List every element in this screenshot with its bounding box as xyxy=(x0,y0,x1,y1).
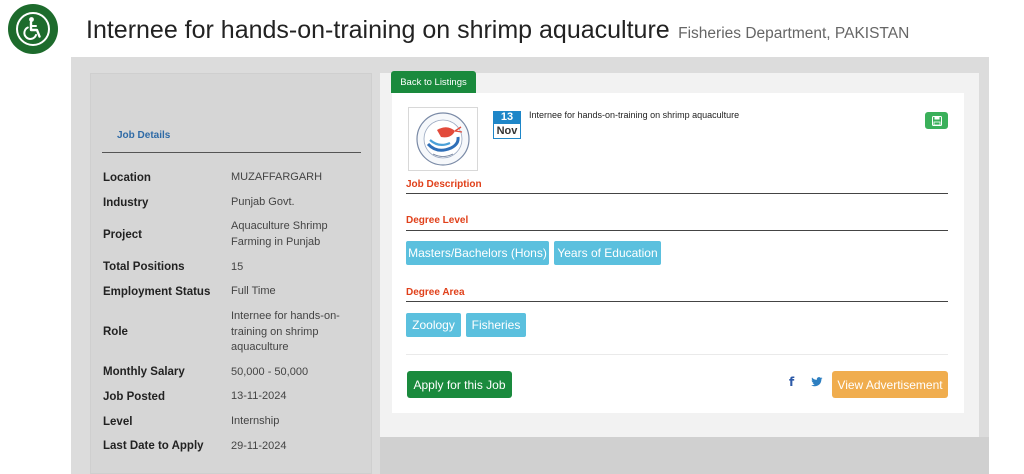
organization-logo xyxy=(408,107,478,171)
back-to-listings-button[interactable]: Back to Listings xyxy=(391,71,476,93)
accessibility-button[interactable] xyxy=(8,4,58,54)
detail-row: Location MUZAFFARGARH xyxy=(103,166,361,191)
detail-row: Industry Punjab Govt. xyxy=(103,191,361,216)
detail-label: Project xyxy=(103,228,142,241)
detail-value: 13-11-2024 xyxy=(231,390,287,403)
degree-level-chip[interactable]: Years of Education xyxy=(554,241,661,265)
detail-label: Employment Status xyxy=(103,285,211,298)
detail-value: Aquaculture Shrimp Farming in Punjab xyxy=(231,220,328,249)
detail-value: Internship xyxy=(231,415,280,428)
wheelchair-icon xyxy=(16,12,50,46)
detail-label: Job Posted xyxy=(103,391,165,404)
page: Internee for hands-on-training on shrimp… xyxy=(0,0,1024,474)
detail-row: Level Internship xyxy=(103,410,361,435)
job-details-divider xyxy=(102,152,361,153)
detail-label: Last Date to Apply xyxy=(103,440,204,453)
save-job-button[interactable] xyxy=(925,112,948,129)
apply-button[interactable]: Apply for this Job xyxy=(407,371,512,398)
job-details-title: Job Details xyxy=(117,130,171,141)
detail-label: Industry xyxy=(103,196,149,209)
department-name: Fisheries Department, PAKISTAN xyxy=(678,25,910,42)
detail-value: Internee for hands-on-training on shrimp… xyxy=(231,309,340,354)
floppy-disk-icon xyxy=(931,115,942,126)
detail-row: Role Internee for hands-on-training on sh… xyxy=(103,305,361,361)
degree-area-chip[interactable]: Fisheries xyxy=(466,313,526,337)
detail-label: Location xyxy=(103,172,151,184)
job-title-heading: Internee for hands-on-training on shrimp… xyxy=(86,16,670,44)
job-details-table: Location MUZAFFARGARH Industry Punjab Govt.… xyxy=(103,166,361,459)
detail-row: Monthly Salary 50,000 - 50,000 xyxy=(103,360,361,385)
job-card: 13 Nov Internee for hands-on-training on… xyxy=(392,93,964,413)
detail-row: Last Date to Apply 29-11-2024 xyxy=(103,434,361,459)
page-title: Internee for hands-on-training on shrimp… xyxy=(86,16,909,45)
posted-month: Nov xyxy=(493,124,521,139)
degree-area-chip[interactable]: Zoology xyxy=(406,313,461,337)
detail-row: Project Aquaculture Shrimp Farming in Pun… xyxy=(103,215,361,255)
posted-date-badge: 13 Nov xyxy=(493,111,521,139)
posted-day: 13 xyxy=(493,111,521,124)
detail-label: Role xyxy=(103,326,128,339)
detail-row: Total Positions 15 xyxy=(103,255,361,280)
detail-row: Job Posted 13-11-2024 xyxy=(103,385,361,410)
job-description-divider xyxy=(406,193,948,194)
detail-value: Punjab Govt. xyxy=(231,196,295,209)
shrimp-institute-seal-icon xyxy=(416,112,470,166)
right-footer-band xyxy=(380,437,989,474)
detail-value: MUZAFFARGARH xyxy=(231,171,323,184)
degree-area-divider xyxy=(406,301,948,302)
detail-value: 15 xyxy=(231,260,244,273)
detail-value: 29-11-2024 xyxy=(231,439,287,452)
degree-level-divider xyxy=(406,230,948,231)
detail-value: 50,000 - 50,000 xyxy=(231,365,309,378)
card-job-title: Internee for hands-on-training on shrimp… xyxy=(529,110,740,120)
card-footer-divider xyxy=(406,354,948,355)
view-advertisement-button[interactable]: View Advertisement xyxy=(832,371,948,398)
job-details-panel: Job Details Location MUZAFFARGARH Industry… xyxy=(90,73,372,474)
detail-label: Level xyxy=(103,415,133,428)
degree-level-heading: Degree Level xyxy=(406,215,469,226)
facebook-icon[interactable]: f xyxy=(789,375,794,389)
detail-row: Employment Status Full Time xyxy=(103,280,361,305)
detail-label: Total Positions xyxy=(103,261,185,274)
twitter-icon[interactable] xyxy=(811,376,823,388)
degree-level-chip[interactable]: Masters/Bachelors (Hons) xyxy=(406,241,549,265)
detail-value: Full Time xyxy=(231,285,276,298)
degree-area-heading: Degree Area xyxy=(406,287,465,298)
job-description-heading: Job Description xyxy=(406,179,482,190)
detail-label: Monthly Salary xyxy=(103,366,185,379)
